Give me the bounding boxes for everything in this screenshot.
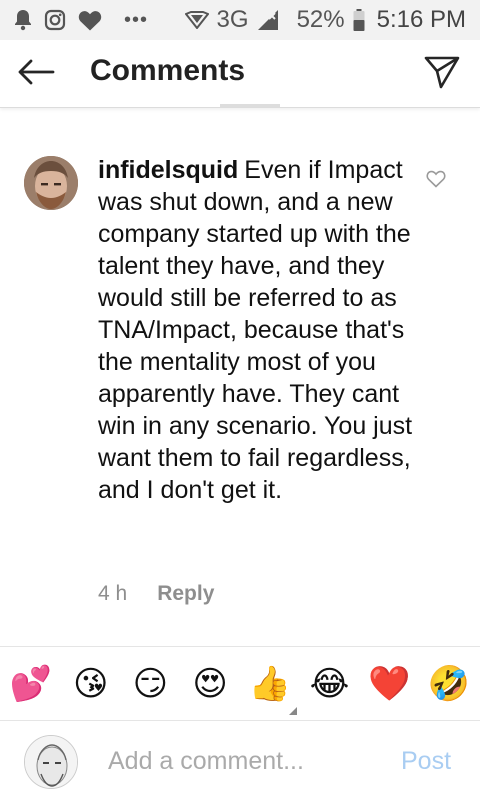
like-button[interactable] (426, 170, 448, 190)
post-button[interactable]: Post (401, 747, 451, 776)
heart-eyes-emoji[interactable]: 😍 (189, 663, 231, 705)
comment-username[interactable]: infidelsquid (98, 156, 238, 184)
comment-text: Even if Impact was shut down, and a new … (98, 156, 413, 504)
avatar[interactable] (24, 156, 78, 210)
comment-meta: 4 h Reply (98, 582, 214, 606)
two-hearts-emoji[interactable]: 💕 (10, 663, 52, 705)
battery-percent: 52% (296, 6, 345, 33)
comment-composer: Post (0, 720, 480, 800)
tears-of-joy-emoji[interactable]: 😂 (309, 663, 351, 705)
comment-input[interactable] (108, 741, 378, 781)
avatar (24, 735, 78, 789)
reply-button[interactable]: Reply (157, 582, 214, 606)
notification-bell-icon (14, 9, 32, 31)
red-heart-emoji[interactable]: ❤️ (368, 663, 410, 705)
smirking-face-emoji[interactable]: 😏 (129, 663, 171, 705)
heart-outline-icon (426, 170, 446, 192)
arrow-left-icon (17, 59, 55, 90)
signal-icon (257, 9, 279, 31)
paper-plane-icon (424, 55, 460, 94)
clock: 5:16 PM (376, 6, 466, 33)
heart-icon (78, 10, 102, 31)
kissing-face-emoji[interactable]: 😘 (70, 663, 112, 705)
battery-icon (353, 9, 365, 31)
network-type: 3G (216, 6, 249, 33)
thumbs-up-emoji[interactable]: 👍 (249, 663, 291, 705)
page-title: Comments (90, 54, 246, 87)
skin-tone-indicator-icon (289, 707, 297, 715)
comments-header: Comments (0, 40, 480, 108)
previous-item-edge (200, 100, 320, 108)
status-bar: ••• 3G 52% 5:16 PM (0, 0, 480, 40)
comment-timestamp: 4 h (98, 582, 128, 605)
data-saver-icon (184, 11, 209, 29)
share-button[interactable] (422, 54, 462, 94)
instagram-icon (44, 9, 66, 31)
comment-text-block: infidelsquid Even if Impact was shut down… (98, 154, 418, 506)
rolling-laughing-emoji[interactable]: 🤣 (428, 663, 470, 705)
back-button[interactable] (16, 54, 56, 94)
emoji-quick-bar: 💕 😘 😏 😍 👍 😂 ❤️ 🤣 (0, 646, 480, 720)
more-dots-icon: ••• (124, 8, 149, 31)
